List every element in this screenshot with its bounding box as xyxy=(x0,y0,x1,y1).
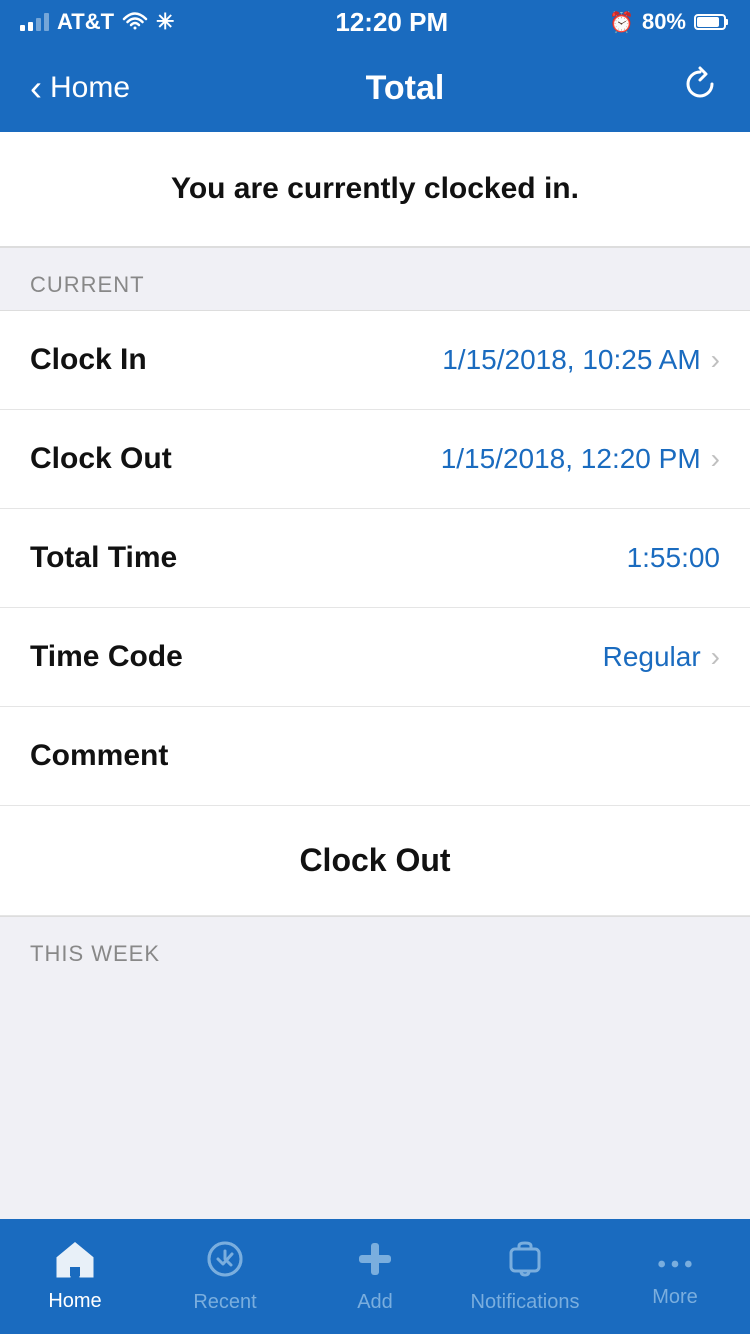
page-title: Total xyxy=(366,69,445,108)
battery-icon xyxy=(694,13,730,31)
clock-in-label: Clock In xyxy=(30,343,147,377)
time-code-chevron-icon: › xyxy=(711,641,720,673)
clock-out-value-container: 1/15/2018, 12:20 PM › xyxy=(441,443,720,475)
add-tab-label: Add xyxy=(357,1291,393,1314)
this-week-section: THIS WEEK xyxy=(0,916,750,979)
nav-bar: ‹ Home Total xyxy=(0,44,750,132)
time-code-row[interactable]: Time Code Regular › xyxy=(0,608,750,707)
clock-out-label: Clock Out xyxy=(30,442,172,476)
comment-row[interactable]: Comment xyxy=(0,707,750,806)
home-tab-label: Home xyxy=(48,1290,101,1313)
more-tab-icon xyxy=(655,1244,695,1280)
back-button[interactable]: ‹ Home xyxy=(30,67,130,109)
total-time-value: 1:55:00 xyxy=(627,542,720,574)
clock-out-button[interactable]: Clock Out xyxy=(299,842,450,879)
battery-percent: 80% xyxy=(642,9,686,35)
recent-tab-icon xyxy=(205,1239,245,1285)
this-week-label: THIS WEEK xyxy=(30,941,160,966)
total-time-row: Total Time 1:55:00 xyxy=(0,509,750,608)
status-time: 12:20 PM xyxy=(335,7,448,38)
clocked-in-message: You are currently clocked in. xyxy=(171,172,579,206)
back-label: Home xyxy=(50,71,130,105)
tab-more[interactable]: More xyxy=(600,1219,750,1334)
refresh-icon xyxy=(680,64,720,104)
total-time-value-container: 1:55:00 xyxy=(627,542,720,574)
signal-icon xyxy=(20,13,49,31)
status-left: AT&T ✳ xyxy=(20,9,174,35)
home-tab-icon xyxy=(54,1240,96,1284)
carrier-label: AT&T xyxy=(57,9,114,35)
tab-add[interactable]: Add xyxy=(300,1219,450,1334)
tab-notifications[interactable]: Notifications xyxy=(450,1219,600,1334)
refresh-button[interactable] xyxy=(680,64,720,113)
clock-out-row[interactable]: Clock Out 1/15/2018, 12:20 PM › xyxy=(0,410,750,509)
notifications-tab-icon xyxy=(505,1239,545,1285)
clock-out-chevron-icon: › xyxy=(711,443,720,475)
time-code-value-container: Regular › xyxy=(603,641,720,673)
comment-label: Comment xyxy=(30,739,168,773)
tab-recent[interactable]: Recent xyxy=(150,1219,300,1334)
wifi-icon xyxy=(122,12,148,32)
tab-bar: Home Recent Add xyxy=(0,1219,750,1334)
loading-icon: ✳ xyxy=(156,9,174,35)
status-bar: AT&T ✳ 12:20 PM ⏰ 80% xyxy=(0,0,750,44)
clock-out-value: 1/15/2018, 12:20 PM xyxy=(441,443,701,475)
clocked-in-section: You are currently clocked in. xyxy=(0,132,750,247)
total-time-label: Total Time xyxy=(30,541,177,575)
current-label: CURRENT xyxy=(30,272,145,297)
clock-in-chevron-icon: › xyxy=(711,344,720,376)
recent-tab-label: Recent xyxy=(193,1291,256,1314)
add-tab-icon xyxy=(355,1239,395,1285)
clock-in-value: 1/15/2018, 10:25 AM xyxy=(442,344,700,376)
current-table: Clock In 1/15/2018, 10:25 AM › Clock Out… xyxy=(0,311,750,806)
back-chevron-icon: ‹ xyxy=(30,67,42,109)
current-section-header: CURRENT xyxy=(0,247,750,311)
time-code-value: Regular xyxy=(603,641,701,673)
notifications-tab-label: Notifications xyxy=(471,1291,580,1314)
more-tab-label: More xyxy=(652,1286,698,1309)
alarm-icon: ⏰ xyxy=(609,10,634,35)
status-right: ⏰ 80% xyxy=(609,9,730,35)
tab-home[interactable]: Home xyxy=(0,1219,150,1334)
clock-in-value-container: 1/15/2018, 10:25 AM › xyxy=(442,344,720,376)
clock-out-action-row[interactable]: Clock Out xyxy=(0,806,750,916)
time-code-label: Time Code xyxy=(30,640,183,674)
clock-in-row[interactable]: Clock In 1/15/2018, 10:25 AM › xyxy=(0,311,750,410)
